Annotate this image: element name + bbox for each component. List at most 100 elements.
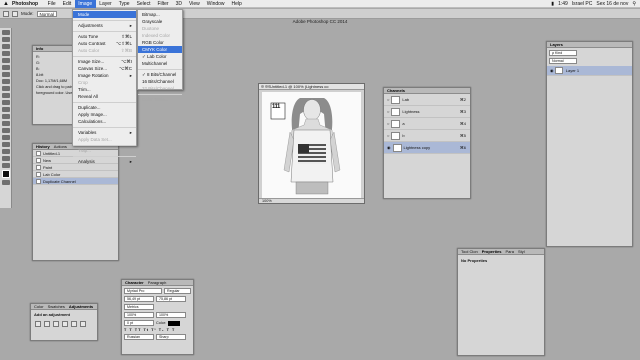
style-buttons[interactable]: T T TT Tt T¹ T₁ T T	[124, 328, 175, 332]
language-select[interactable]: Russian	[124, 334, 154, 340]
crop-tool-icon[interactable]	[2, 58, 10, 63]
menu-3d[interactable]: 3D	[172, 0, 185, 8]
document-canvas[interactable]: 111	[262, 92, 361, 198]
zoom-icon[interactable]	[268, 85, 271, 88]
visibility-eye-icon[interactable]: ○	[387, 121, 389, 126]
channel-row[interactable]: ○ b ⌘5	[384, 130, 470, 142]
menu-item-reveal-all[interactable]: Reveal All	[73, 93, 136, 100]
menu-item-image-rotation[interactable]: Image Rotation ▸	[73, 72, 136, 79]
menu-item-rgb-color[interactable]: RGB Color	[138, 39, 182, 46]
visibility-eye-icon[interactable]: ○	[387, 133, 389, 138]
menu-item-mode[interactable]: Mode	[73, 11, 136, 18]
levels-icon[interactable]	[44, 321, 50, 327]
close-icon[interactable]	[261, 85, 264, 88]
gradient-tool-icon[interactable]	[2, 107, 10, 112]
menu-item-image-size[interactable]: Image Size... ⌥⌘I	[73, 58, 136, 65]
tab-tool-clone[interactable]: Tool Clon	[461, 249, 478, 254]
search-icon[interactable]: ⚲	[632, 1, 636, 7]
curves-icon[interactable]	[53, 321, 59, 327]
tab-para[interactable]: Para	[505, 249, 513, 254]
menu-item-grayscale[interactable]: Grayscale	[138, 18, 182, 25]
tab-character[interactable]: Character	[125, 280, 144, 285]
menu-item-auto-tone[interactable]: Auto Tone ⇧⌘L	[73, 33, 136, 40]
tab-history[interactable]: History	[36, 144, 50, 149]
tab-properties[interactable]: Properties	[482, 249, 502, 254]
layer-row[interactable]: ◉ Layer 1	[547, 66, 632, 76]
menu-item-analysis[interactable]: Analysis ▸	[73, 158, 136, 165]
menu-item-16-bits-channel[interactable]: 16 Bits/Channel	[138, 78, 182, 85]
menu-window[interactable]: Window	[203, 0, 228, 8]
eraser-tool-icon[interactable]	[2, 100, 10, 105]
font-style-select[interactable]: Regular	[164, 288, 191, 294]
apple-icon[interactable]: ▲	[0, 1, 12, 7]
menu-view[interactable]: View	[186, 0, 204, 8]
visibility-eye-icon[interactable]: ◉	[387, 145, 391, 150]
tab-paragraph[interactable]: Paragraph	[148, 280, 167, 285]
hand-tool-icon[interactable]	[2, 156, 10, 161]
font-size-input[interactable]: 56,49 pt	[124, 296, 154, 302]
menu-item-cmyk-color[interactable]: CMYK Color	[138, 46, 182, 53]
user-name[interactable]: Israel PC	[572, 1, 593, 7]
channel-row[interactable]: ○ Lab ⌘2	[384, 94, 470, 106]
menu-type[interactable]: Type	[115, 0, 133, 8]
tab-swatches[interactable]: Swatches	[48, 304, 65, 309]
menu-item-duplicate[interactable]: Duplicate...	[73, 104, 136, 111]
visibility-eye-icon[interactable]: ○	[387, 97, 389, 102]
eyedropper-tool-icon[interactable]	[2, 65, 10, 70]
horizontal-scale-input[interactable]: 100%	[156, 312, 186, 318]
tab-actions[interactable]: Actions	[54, 144, 67, 149]
brush-tool-icon[interactable]	[2, 79, 10, 84]
history-item[interactable]: Duplicate Channel	[33, 178, 118, 185]
menu-item-multichannel[interactable]: Multichannel	[138, 60, 182, 67]
history-item[interactable]: Lab Color	[33, 171, 118, 178]
quick-select-tool-icon[interactable]	[2, 51, 10, 56]
vibrance-icon[interactable]	[71, 321, 77, 327]
baseline-shift-input[interactable]: 0 pt	[124, 320, 154, 326]
kerning-select[interactable]: Metrics	[124, 304, 154, 310]
tab-color[interactable]: Color	[34, 304, 44, 309]
menu-file[interactable]: File	[44, 0, 59, 8]
blend-mode-select[interactable]: Normal	[549, 58, 577, 64]
visibility-eye-icon[interactable]: ○	[387, 109, 389, 114]
menu-item-8-bits-channel[interactable]: ✓ 8 Bits/Channel	[138, 71, 182, 78]
layer-kind-filter[interactable]: ρ Kind	[549, 50, 577, 56]
brightness-icon[interactable]	[35, 321, 41, 327]
menu-item-variables[interactable]: Variables ▸	[73, 129, 136, 136]
blur-tool-icon[interactable]	[2, 114, 10, 119]
menu-edit[interactable]: Edit	[59, 0, 75, 8]
dodge-tool-icon[interactable]	[2, 121, 10, 126]
menu-item-lab-color[interactable]: ✓ Lab Color	[138, 53, 182, 60]
move-tool-icon[interactable]	[2, 30, 10, 35]
menu-item-adjustments[interactable]: Adjustments ▸	[73, 22, 136, 29]
menu-item-bitmap[interactable]: Bitmap...	[138, 11, 182, 18]
brush-panel-icon[interactable]	[12, 10, 18, 17]
document-window[interactable]: Untitled-1 @ 100% (Lightness co 111 100%	[258, 83, 365, 204]
menu-item-calculations[interactable]: Calculations...	[73, 118, 136, 125]
zoom-level[interactable]: 100%	[262, 199, 272, 203]
text-color-swatch[interactable]	[168, 320, 181, 326]
mode-select[interactable]: Normal	[36, 10, 58, 17]
menu-select[interactable]: Select	[133, 0, 154, 8]
leading-input[interactable]: 75,86 pt	[156, 296, 186, 302]
visibility-eye-icon[interactable]: ◉	[550, 68, 554, 73]
menu-item-auto-contrast[interactable]: Auto Contrast ⌥⇧⌘L	[73, 40, 136, 47]
menu-layer[interactable]: Layer	[96, 0, 116, 8]
healing-tool-icon[interactable]	[2, 72, 10, 77]
lasso-tool-icon[interactable]	[2, 44, 10, 49]
antialias-select[interactable]: Sharp	[156, 334, 186, 340]
channel-row[interactable]: ○ a ⌘4	[384, 118, 470, 130]
zoom-tool-icon[interactable]	[2, 163, 10, 168]
menu-item-trim[interactable]: Trim...	[73, 86, 136, 93]
app-name[interactable]: Photoshop	[12, 1, 38, 7]
channel-row[interactable]: ○ Lightness ⌘3	[384, 106, 470, 118]
font-family-select[interactable]: Myriad Pro	[124, 288, 162, 294]
pen-tool-icon[interactable]	[2, 128, 10, 133]
tab-adjustments[interactable]: Adjustments	[69, 304, 93, 309]
quick-mask-icon[interactable]	[2, 180, 10, 185]
foreground-color-swatch[interactable]	[2, 170, 10, 178]
type-tool-icon[interactable]	[2, 135, 10, 140]
tab-styl[interactable]: Styl	[518, 249, 525, 254]
brush-preset-picker[interactable]	[3, 10, 9, 17]
marquee-tool-icon[interactable]	[2, 37, 10, 42]
shape-tool-icon[interactable]	[2, 149, 10, 154]
